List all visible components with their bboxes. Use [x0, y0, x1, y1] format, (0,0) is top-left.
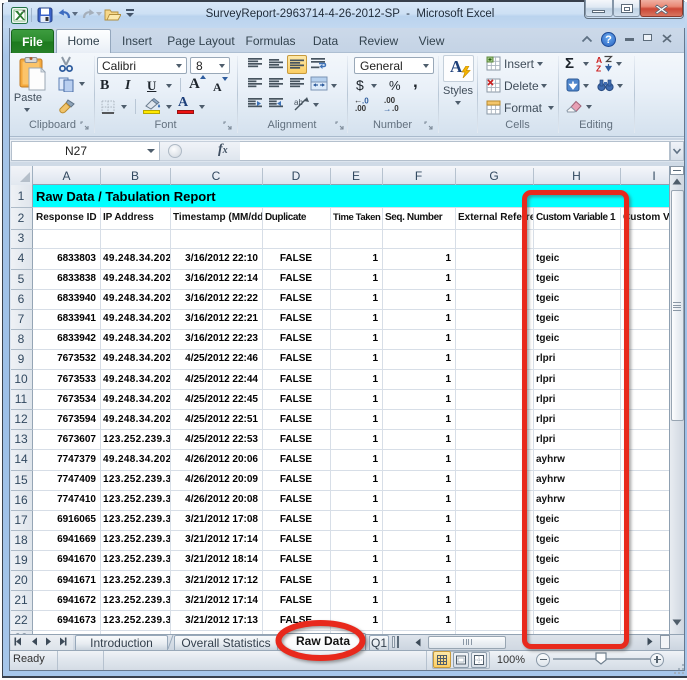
- svg-text:→: →: [383, 104, 392, 113]
- svg-text:.00: .00: [355, 104, 367, 112]
- svg-text:Z: Z: [596, 64, 601, 73]
- svg-text:ab: ab: [294, 98, 303, 107]
- svg-text:.0: .0: [392, 104, 399, 112]
